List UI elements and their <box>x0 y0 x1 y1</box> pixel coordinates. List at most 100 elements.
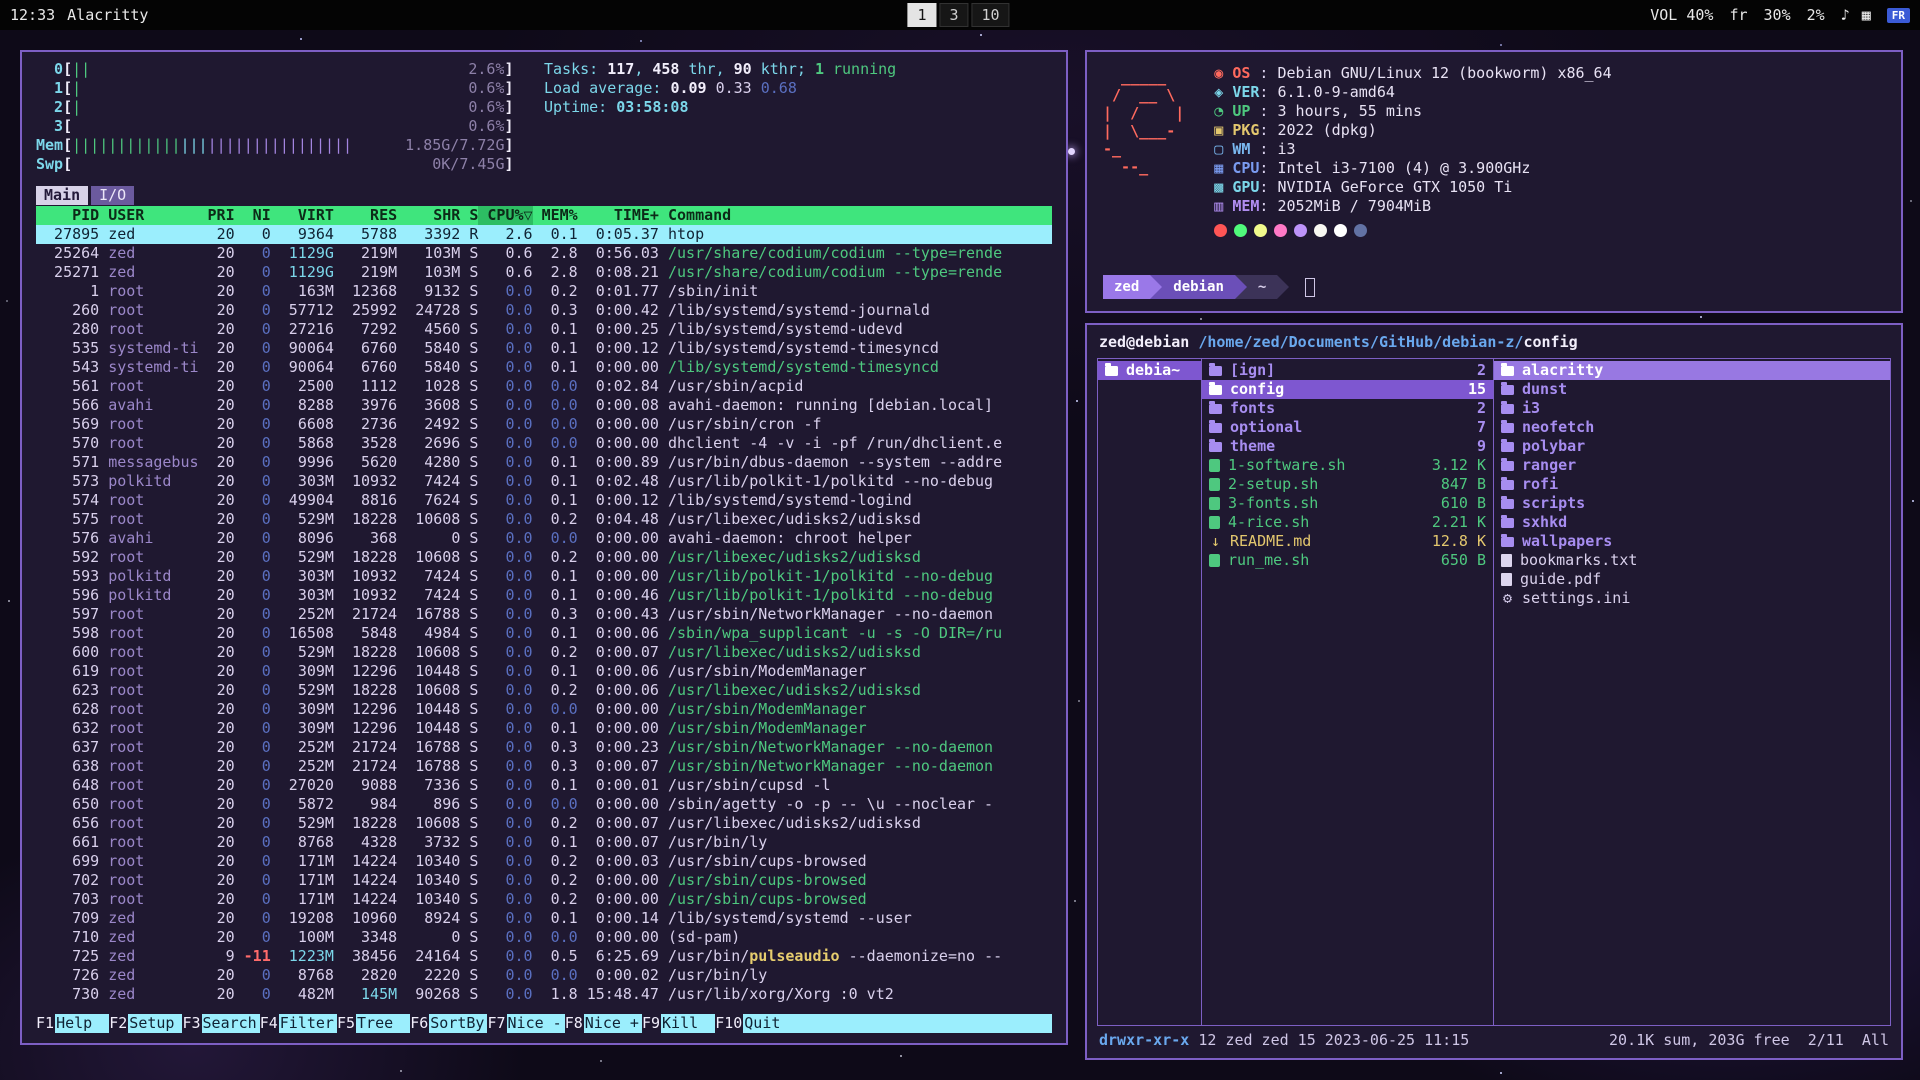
column-header-virt[interactable]: VIRT <box>271 206 334 225</box>
fn-f2[interactable]: F2Setup <box>109 1014 182 1033</box>
shell-prompt[interactable]: zeddebian~ <box>1103 275 1885 299</box>
file-item[interactable]: guide.pdf <box>1494 570 1890 589</box>
file-item[interactable]: alacritty <box>1494 361 1890 380</box>
process-row[interactable]: 648root2002702090887336S0.00.10:00.01/us… <box>36 776 1052 795</box>
process-row[interactable]: 25264zed2001129G219M103MS0.62.80:56.03/u… <box>36 244 1052 263</box>
file-item[interactable]: sxhkd <box>1494 513 1890 532</box>
process-row[interactable]: 699root200171M1422410340S0.00.20:00.03/u… <box>36 852 1052 871</box>
process-row[interactable]: 1root200163M123689132S0.00.20:01.77/sbin… <box>36 282 1052 301</box>
process-row[interactable]: 569root200660827362492S0.00.00:00.00/usr… <box>36 415 1052 434</box>
process-row[interactable]: 710zed200100M33480S0.00.00:00.00(sd-pam) <box>36 928 1052 947</box>
file-item[interactable]: 2-setup.sh847 B <box>1202 475 1493 494</box>
process-row[interactable]: 575root200529M1822810608S0.00.20:04.48/u… <box>36 510 1052 529</box>
file-item[interactable]: i3 <box>1494 399 1890 418</box>
process-row[interactable]: 593polkitd200303M109327424S0.00.10:00.00… <box>36 567 1052 586</box>
process-row[interactable]: 571messagebus200999656204280S0.00.10:00.… <box>36 453 1052 472</box>
process-row[interactable]: 260root200577122599224728S0.00.30:00.42/… <box>36 301 1052 320</box>
workspace-button-1[interactable]: 1 <box>907 3 936 27</box>
fn-f7[interactable]: F7Nice - <box>487 1014 564 1033</box>
process-row[interactable]: 280root2002721672924560S0.00.10:00.25/li… <box>36 320 1052 339</box>
process-row[interactable]: 27895zed200936457883392R2.60.10:05.37hto… <box>36 225 1052 244</box>
file-item[interactable]: bookmarks.txt <box>1494 551 1890 570</box>
fn-f8[interactable]: F8Nice + <box>565 1014 642 1033</box>
fn-f10[interactable]: F10Quit <box>715 1014 797 1033</box>
fn-f3[interactable]: F3Search <box>182 1014 259 1033</box>
column-header-pid[interactable]: PID <box>36 206 99 225</box>
file-item[interactable]: fonts2 <box>1202 399 1493 418</box>
file-item[interactable]: optional7 <box>1202 418 1493 437</box>
column-header-mem[interactable]: MEM% <box>533 206 578 225</box>
process-row[interactable]: 592root200529M1822810608S0.00.20:00.00/u… <box>36 548 1052 567</box>
column-header-shr[interactable]: SHR <box>397 206 460 225</box>
process-row[interactable]: 702root200171M1422410340S0.00.20:00.00/u… <box>36 871 1052 890</box>
process-row[interactable]: 632root200309M1229610448S0.00.10:00.00/u… <box>36 719 1052 738</box>
process-list[interactable]: 27895zed200936457883392R2.60.10:05.37hto… <box>36 225 1052 1004</box>
process-row[interactable]: 596polkitd200303M109327424S0.00.10:00.46… <box>36 586 1052 605</box>
file-item[interactable]: run_me.sh650 B <box>1202 551 1493 570</box>
process-row[interactable]: 730zed200482M145M90268S0.01.815:48.47/us… <box>36 985 1052 1004</box>
display-icon[interactable]: ▦ <box>1862 6 1871 24</box>
process-row[interactable]: 600root200529M1822810608S0.00.20:00.07/u… <box>36 643 1052 662</box>
file-item[interactable]: theme9 <box>1202 437 1493 456</box>
parent-column[interactable]: debia~ <box>1098 359 1202 1025</box>
process-row[interactable]: 709zed20019208109608924S0.00.10:00.14/li… <box>36 909 1052 928</box>
column-header-ni[interactable]: NI <box>235 206 271 225</box>
column-header-time[interactable]: TIME+ <box>578 206 659 225</box>
process-row[interactable]: 638root200252M2172416788S0.00.30:00.07/u… <box>36 757 1052 776</box>
fn-f9[interactable]: F9Kill <box>642 1014 715 1033</box>
current-column[interactable]: [ign]2config15fonts2optional7theme91-sof… <box>1202 359 1494 1025</box>
preview-column[interactable]: alacrittydunsti3neofetchpolybarrangerrof… <box>1494 359 1890 1025</box>
file-item[interactable]: scripts <box>1494 494 1890 513</box>
file-item[interactable]: 3-fonts.sh610 B <box>1202 494 1493 513</box>
process-row[interactable]: 725zed9-111223M3845624164S0.00.56:25.69/… <box>36 947 1052 966</box>
process-row[interactable]: 543systemd-ti2009006467605840S0.00.10:00… <box>36 358 1052 377</box>
process-row[interactable]: 576avahi20080963680S0.00.00:00.00avahi-d… <box>36 529 1052 548</box>
file-item[interactable]: debia~ <box>1098 361 1201 380</box>
file-item[interactable]: ⚙settings.ini <box>1494 589 1890 608</box>
column-header-res[interactable]: RES <box>334 206 397 225</box>
process-row[interactable]: 619root200309M1229610448S0.00.10:00.06/u… <box>36 662 1052 681</box>
process-row[interactable]: 561root200250011121028S0.00.00:02.84/usr… <box>36 377 1052 396</box>
process-row[interactable]: 637root200252M2172416788S0.00.30:00.23/u… <box>36 738 1052 757</box>
process-row[interactable]: 570root200586835282696S0.00.00:00.00dhcl… <box>36 434 1052 453</box>
file-item[interactable]: config15 <box>1202 380 1493 399</box>
column-header-user[interactable]: USER <box>108 206 198 225</box>
keyboard-layout-flag[interactable]: FR <box>1887 8 1910 23</box>
process-row[interactable]: 573polkitd200303M109327424S0.00.10:02.48… <box>36 472 1052 491</box>
process-row[interactable]: 628root200309M1229610448S0.00.00:00.00/u… <box>36 700 1052 719</box>
fn-f4[interactable]: F4Filter <box>260 1014 337 1033</box>
file-item[interactable]: ranger <box>1494 456 1890 475</box>
process-row[interactable]: 726zed200876828202220S0.00.00:00.02/usr/… <box>36 966 1052 985</box>
column-header-cpu[interactable]: CPU%▽ <box>478 206 532 225</box>
process-row[interactable]: 623root200529M1822810608S0.00.20:00.06/u… <box>36 681 1052 700</box>
file-item[interactable]: rofi <box>1494 475 1890 494</box>
tab-i-o[interactable]: I/O <box>91 186 134 205</box>
process-row[interactable]: 566avahi200828839763608S0.00.00:00.08ava… <box>36 396 1052 415</box>
file-item[interactable]: dunst <box>1494 380 1890 399</box>
process-row[interactable]: 598root2001650858484984S0.00.10:00.06/sb… <box>36 624 1052 643</box>
volume-icon[interactable]: ♪ <box>1841 6 1850 24</box>
column-header-command[interactable]: Command <box>668 206 1052 225</box>
column-header-s[interactable]: S <box>460 206 478 225</box>
process-row[interactable]: 661root200876843283732S0.00.10:00.07/usr… <box>36 833 1052 852</box>
fn-f6[interactable]: F6SortBy <box>410 1014 487 1033</box>
file-item[interactable]: 4-rice.sh2.21 K <box>1202 513 1493 532</box>
process-row[interactable]: 574root2004990488167624S0.00.10:00.12/li… <box>36 491 1052 510</box>
neofetch-window[interactable]: _____ / __ \ | / | | \___- -_ --_ ◉OS : … <box>1085 50 1903 313</box>
file-item[interactable]: 1-software.sh3.12 K <box>1202 456 1493 475</box>
fn-f5[interactable]: F5Tree <box>337 1014 410 1033</box>
file-item[interactable]: neofetch <box>1494 418 1890 437</box>
workspace-button-10[interactable]: 10 <box>972 3 1010 27</box>
file-item[interactable]: polybar <box>1494 437 1890 456</box>
process-row[interactable]: 703root200171M1422410340S0.00.20:00.00/u… <box>36 890 1052 909</box>
htop-window[interactable]: 0[||2.6%]1[|0.6%]2[|0.6%]3[0.6%]Mem[||||… <box>20 50 1068 1045</box>
process-row[interactable]: 25271zed2001129G219M103MS0.62.80:08.21/u… <box>36 263 1052 282</box>
workspace-button-3[interactable]: 3 <box>939 3 968 27</box>
fn-f1[interactable]: F1Help <box>36 1014 109 1033</box>
process-row[interactable]: 650root2005872984896S0.00.00:00.00/sbin/… <box>36 795 1052 814</box>
tab-main[interactable]: Main <box>36 186 88 205</box>
file-item[interactable]: [ign]2 <box>1202 361 1493 380</box>
process-row[interactable]: 597root200252M2172416788S0.00.30:00.43/u… <box>36 605 1052 624</box>
process-row[interactable]: 656root200529M1822810608S0.00.20:00.07/u… <box>36 814 1052 833</box>
ranger-window[interactable]: zed@debian /home/zed/Documents/GitHub/de… <box>1085 323 1903 1060</box>
